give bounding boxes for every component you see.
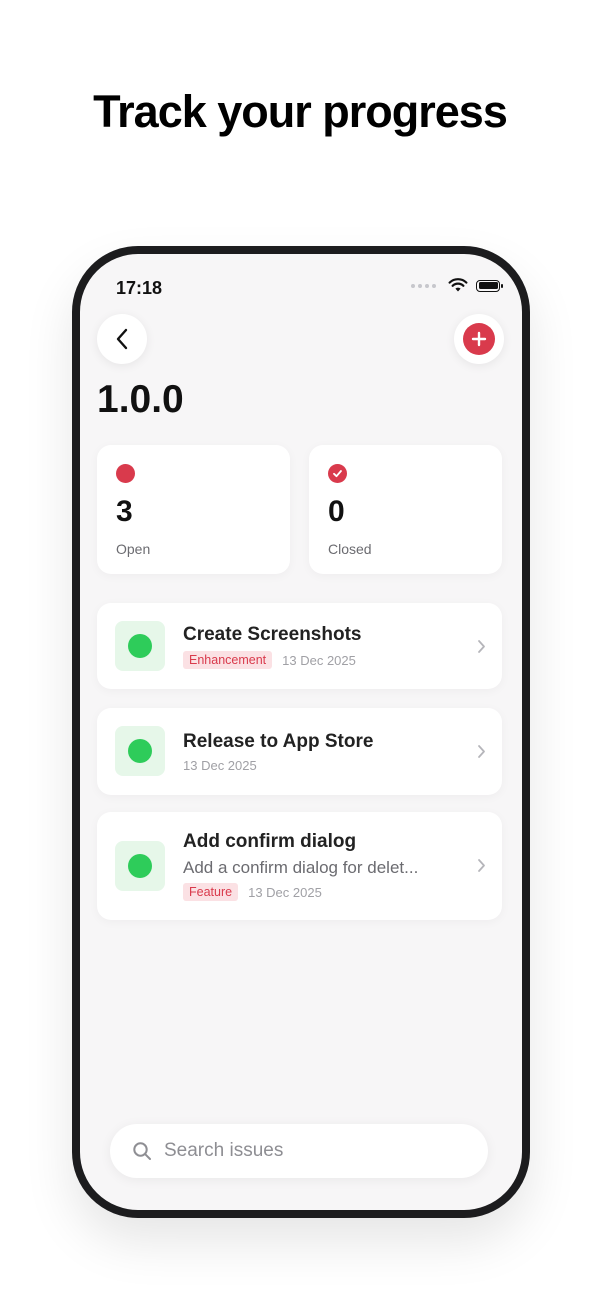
issue-status-icon: [115, 726, 165, 776]
page-title: 1.0.0: [97, 378, 184, 421]
issue-tag: Feature: [183, 883, 239, 901]
issue-date: 13 Dec 2025: [248, 884, 322, 900]
status-time: 17:18: [116, 278, 163, 298]
chevron-right-icon: [478, 640, 485, 653]
closed-count: 0: [328, 495, 345, 528]
headline: Track your progress: [93, 86, 508, 137]
issue-title: Release to App Store: [183, 731, 374, 752]
closed-label: Closed: [328, 541, 372, 557]
status-icons: [411, 278, 503, 293]
issue-title: Create Screenshots: [183, 624, 362, 645]
search-input[interactable]: [162, 1139, 466, 1163]
wifi-icon: [448, 278, 468, 292]
search-icon: [133, 1142, 151, 1160]
signal-dots-icon: [411, 283, 436, 288]
search-bar[interactable]: [110, 1124, 488, 1178]
issue-status-icon: [115, 841, 165, 891]
battery-icon: [476, 279, 503, 292]
back-button[interactable]: [97, 314, 147, 364]
issue-date: 13 Dec 2025: [282, 652, 356, 668]
phone-frame: 17:18 1.0.0 3 Open 0 Closed Create Scree…: [72, 246, 530, 1218]
open-issues-card[interactable]: 3 Open: [97, 445, 290, 574]
issue-row[interactable]: Release to App Store 13 Dec 2025: [97, 708, 502, 795]
open-dot-icon: [116, 464, 135, 483]
issue-tag: Enhancement: [183, 651, 273, 669]
issue-meta: 13 Dec 2025: [183, 758, 257, 773]
issue-description: Add a confirm dialog for delet...: [183, 858, 419, 877]
issue-row[interactable]: Add confirm dialog Add a confirm dialog …: [97, 812, 502, 920]
chevron-left-icon: [116, 328, 128, 350]
open-label: Open: [116, 541, 151, 557]
issue-meta: Enhancement 13 Dec 2025: [183, 651, 356, 669]
closed-issues-card[interactable]: 0 Closed: [309, 445, 502, 574]
add-issue-button[interactable]: [454, 314, 504, 364]
issue-title: Add confirm dialog: [183, 831, 357, 852]
issue-status-icon: [115, 621, 165, 671]
issue-date: 13 Dec 2025: [183, 758, 257, 773]
closed-check-icon: [328, 464, 347, 483]
plus-icon: [463, 323, 495, 355]
chevron-right-icon: [478, 859, 485, 872]
open-count: 3: [116, 495, 133, 528]
issue-meta: Feature 13 Dec 2025: [183, 883, 322, 901]
issue-row[interactable]: Create Screenshots Enhancement 13 Dec 20…: [97, 603, 502, 689]
chevron-right-icon: [478, 745, 485, 758]
